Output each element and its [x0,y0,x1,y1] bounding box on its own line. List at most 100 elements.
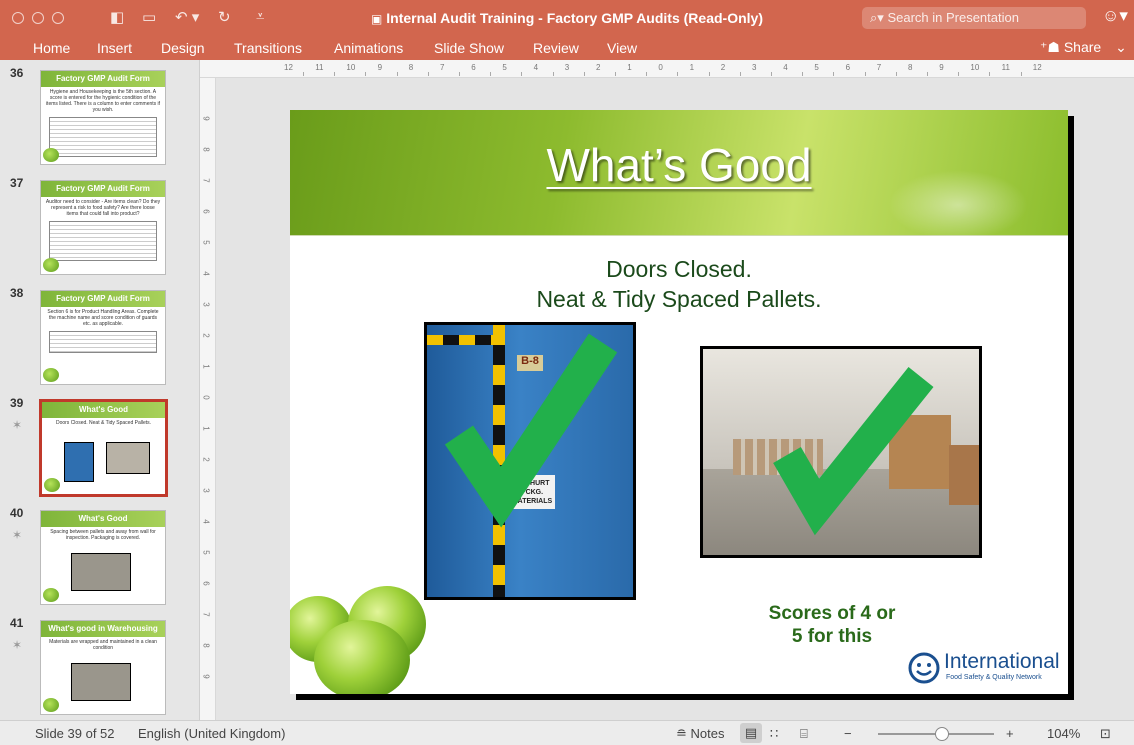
tab-transitions[interactable]: Transitions [234,40,302,56]
ruler-tick-label: 3 [564,63,570,72]
thumbnail-apple [43,698,59,712]
ruler-tick-label: 0 [201,395,211,400]
thumbnail-form-table [49,221,157,261]
zoom-level[interactable]: 104% [1047,726,1080,741]
tab-slide-show[interactable]: Slide Show [434,40,504,56]
ruler-tick-label: 4 [201,519,211,524]
ruler-tick-label: 4 [201,271,211,276]
slide-thumbnail[interactable]: 41 ✶ What's good in Warehousing Materials a… [0,616,199,720]
ruler-tick-label: 2 [720,63,726,72]
ruler-tick-label: 7 [440,63,445,72]
thumbnail-form-table [49,117,157,157]
zoom-slider-thumb[interactable] [934,727,949,741]
ruler-tick-label: 12 [284,63,293,72]
ruler-tick-label: 0 [658,63,663,72]
zoom-in-button[interactable]: + [1006,726,1014,741]
ruler-tick-label: 8 [408,63,414,72]
slide-thumbnail-image[interactable]: What's Good Doors Closed. Neat & Tidy Spa… [39,399,168,497]
slide-sorter-button[interactable]: ∷ [770,726,778,742]
thumbnail-title: What's Good [42,402,165,418]
slide-thumbnail-image[interactable]: What's good in Warehousing Materials are … [40,620,166,715]
tab-design[interactable]: Design [161,40,205,56]
notes-icon: ≘ [676,726,687,741]
zoom-out-button[interactable]: − [844,726,852,741]
ruler-tick [1020,72,1022,76]
feedback-smiley-icon[interactable]: ☺▾ [1102,6,1128,26]
green-apple-image [314,620,410,694]
thumbnail-text: Materials are wrapped and maintained in … [49,639,157,651]
slide-thumbnail-image[interactable]: Factory GMP Audit Form Section 6 is for P… [40,290,166,385]
slide-number: 40 [10,506,24,520]
ruler-tick [396,72,398,76]
tab-insert[interactable]: Insert [97,40,132,56]
ruler-tick [708,72,710,76]
title-bar: ◧ ▭ ↶ ▾ ↻ ⩡ ▣ Internal Audit Training - … [0,0,1134,36]
ruler-tick-label: 1 [201,364,211,369]
ruler-tick-label: 2 [201,333,211,338]
thumbnail-text: Doors Closed. Neat & Tidy Spaced Pallets… [55,420,152,426]
tab-view[interactable]: View [607,40,637,56]
animation-star-icon: ✶ [12,528,23,542]
thumbnail-form-table [49,331,157,353]
search-input[interactable]: ⌕▾ Search in Presentation [862,7,1086,29]
thumbnail-text: Auditor need to consider - Are items cle… [45,199,161,217]
ruler-tick-label: 9 [201,674,211,679]
slide-thumbnail[interactable]: 39 ✶ What's Good Doors Closed. Neat & Tidy … [0,396,199,506]
language-indicator[interactable]: English (United Kingdom) [138,726,285,741]
ruler-tick [833,72,835,76]
ruler-tick [895,72,897,76]
ruler-tick [958,72,960,76]
tab-home[interactable]: Home [33,40,70,56]
thumbnail-title: Factory GMP Audit Form [41,291,165,307]
thumbnail-photo [71,663,131,701]
ruler-tick-label: 7 [876,63,882,72]
ruler-tick-label: 5 [201,550,211,555]
ruler-tick-label: 4 [783,63,788,72]
animation-star-icon: ✶ [12,418,23,432]
ifsqn-logo: International Food Safety & Quality Netw… [908,650,1060,686]
slide-thumbnail-image[interactable]: Factory GMP Audit Form Hygiene and Housek… [40,70,166,165]
slide-thumbnail-pane[interactable]: 36 Factory GMP Audit Form Hygiene and Hous… [0,60,200,720]
ruler-tick [927,72,928,76]
tab-animations[interactable]: Animations [334,40,403,56]
status-bar: Slide 39 of 52 English (United Kingdom) … [0,720,1134,745]
ruler-tick [521,72,523,76]
slide-thumbnail[interactable]: 36 Factory GMP Audit Form Hygiene and Hous… [0,66,199,176]
fit-slide-icon[interactable]: ⊡ [1100,726,1111,742]
thumbnail-photo [106,442,150,474]
door-photo: B-8 YOGHURT PCKG. MATERIALS [424,322,636,600]
ruler-tick-label: 7 [201,612,211,617]
current-slide[interactable]: What’s Good Doors Closed. Neat & Tidy Sp… [290,110,1068,694]
slide-thumbnail[interactable]: 40 ✶ What's Good Spacing between pallets an… [0,506,199,616]
add-person-icon: ⁺☗ [1040,39,1060,55]
slide-thumbnail[interactable]: 37 Factory GMP Audit Form Auditor need to … [0,176,199,286]
thumbnail-apple [44,478,60,492]
ribbon-tabs: Home Insert Design Transitions Animation… [0,36,1134,60]
thumbnail-apple [43,148,59,162]
checkmark-icon [773,367,934,536]
ruler-tick-label: 3 [201,488,211,493]
ruler-tick [771,72,772,76]
zoom-slider[interactable] [878,727,994,741]
ruler-tick-label: 9 [201,116,211,121]
ruler-tick-label: 7 [201,178,211,183]
document-icon: ▣ [371,12,383,26]
slide-thumbnail-image[interactable]: Factory GMP Audit Form Auditor need to co… [40,180,166,275]
ruler-tick [427,72,429,76]
scores-note: Scores of 4 or 5 for this [768,603,896,647]
thumbnail-apple [43,588,59,602]
reading-view-button[interactable]: ⌸ [800,726,808,742]
tab-review[interactable]: Review [533,40,579,56]
notes-button[interactable]: ≘ Notes [676,726,725,742]
ruler-tick [303,72,304,76]
share-button[interactable]: ⁺☗ Share ⌄ [1040,39,1127,56]
slide-thumbnail[interactable]: 38 Factory GMP Audit Form Section 6 is for… [0,286,199,396]
ruler-tick-label: 11 [315,63,324,72]
ruler-tick [615,72,616,76]
normal-view-button[interactable]: ▤ [740,723,762,743]
slide-number: 41 [10,616,24,630]
slide-thumbnail-image[interactable]: What's Good Spacing between pallets and a… [40,510,166,605]
ruler-tick-label: 5 [502,63,507,72]
slide-number: 36 [10,66,24,80]
ruler-tick-label: 10 [346,63,356,72]
